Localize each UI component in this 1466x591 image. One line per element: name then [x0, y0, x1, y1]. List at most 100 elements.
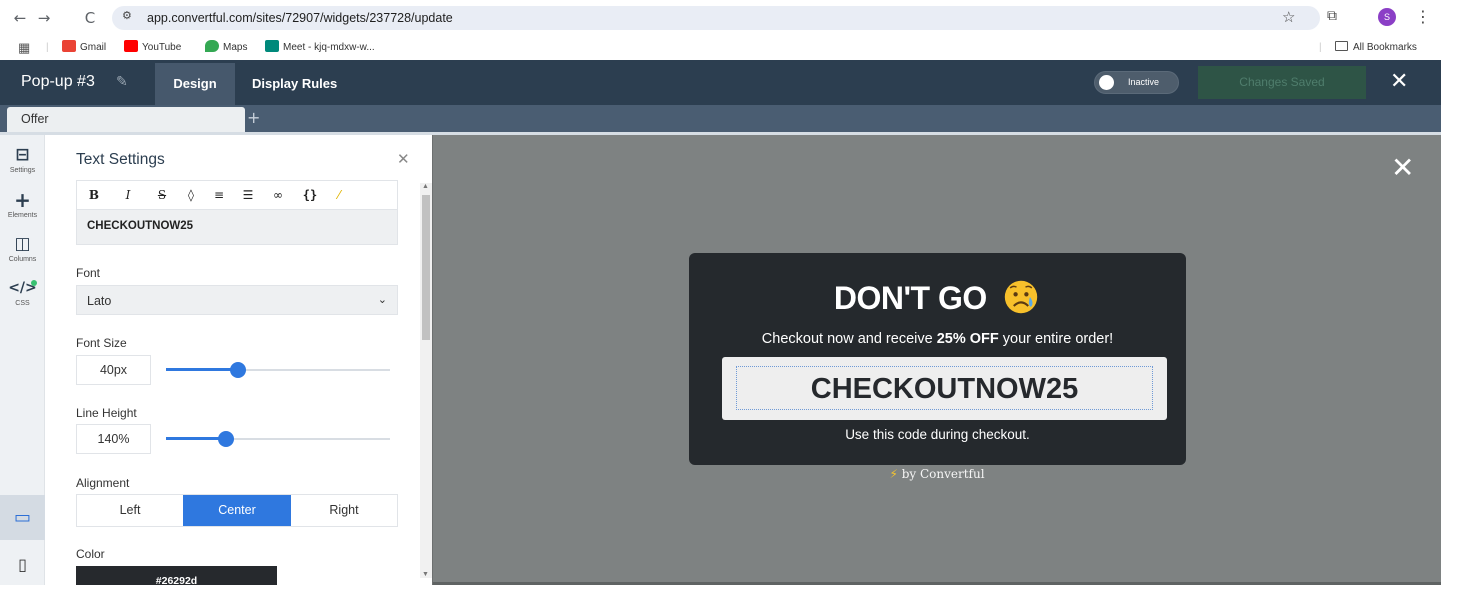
color-label: Color	[76, 547, 105, 561]
subtitle-suffix: your entire order!	[998, 331, 1114, 347]
bookmark-maps[interactable]: Maps	[205, 40, 247, 56]
bookmark-gmail[interactable]: Gmail	[62, 40, 106, 56]
add-step-icon[interactable]: +	[247, 108, 260, 127]
apps-grid-icon[interactable]: ▦	[18, 40, 30, 56]
columns-icon: ◫	[14, 234, 31, 254]
text-color-icon[interactable]: ◊	[182, 187, 200, 203]
popup-note[interactable]: Use this code during checkout.	[689, 427, 1186, 442]
rail-elements[interactable]: + Elements	[0, 190, 45, 219]
code-icon: </>	[8, 280, 37, 296]
coupon-code[interactable]: CHECKOUTNOW25	[736, 366, 1153, 410]
bullet-list-icon[interactable]: ☰	[239, 187, 257, 203]
rail-css[interactable]: </> CSS	[0, 278, 45, 307]
magic-wand-icon[interactable]: ⁄	[330, 187, 348, 203]
tab-offer[interactable]: Offer	[7, 107, 245, 132]
popup-heading-text: DON'T GO	[833, 280, 987, 316]
align-center-button[interactable]: Center	[183, 495, 291, 526]
panel-title: Text Settings	[76, 151, 165, 168]
popup-subtitle[interactable]: Checkout now and receive 25% OFF your en…	[689, 331, 1186, 347]
rail-columns[interactable]: ◫ Columns	[0, 234, 45, 263]
gmail-icon	[62, 40, 76, 52]
link-icon[interactable]: ∞	[269, 187, 287, 203]
line-height-label: Line Height	[76, 406, 137, 420]
font-size-label: Font Size	[76, 336, 127, 350]
variable-icon[interactable]: {}	[301, 187, 319, 203]
scrollbar-thumb[interactable]	[422, 195, 430, 340]
folder-icon	[1335, 41, 1348, 51]
text-editor[interactable]: CHECKOUTNOW25	[76, 209, 398, 245]
bookmark-star-icon[interactable]: ☆	[1282, 8, 1295, 26]
scroll-up-icon[interactable]: ▲	[422, 183, 429, 190]
tab-design[interactable]: Design	[155, 63, 235, 105]
line-height-input[interactable]: 140%	[76, 424, 151, 454]
panel-scrollbar[interactable]: ▲ ▼	[420, 183, 432, 578]
popup-preview[interactable]: DON'T GO Checkout now and receive 25% OF…	[689, 253, 1186, 465]
slider-thumb[interactable]	[229, 362, 246, 378]
extensions-icon[interactable]: ⧉	[1327, 8, 1337, 24]
font-size-input[interactable]: 40px	[76, 355, 151, 385]
slider-fill	[166, 437, 227, 440]
mobile-view-icon[interactable]: ▯	[0, 545, 45, 585]
slider-fill	[166, 368, 238, 371]
italic-icon[interactable]: I	[119, 187, 137, 203]
meet-icon	[265, 40, 279, 52]
widget-title[interactable]: Pop-up #3	[21, 73, 95, 91]
align-right-button[interactable]: Right	[291, 495, 397, 526]
popup-heading[interactable]: DON'T GO	[689, 279, 1186, 317]
status-label: Inactive	[1128, 77, 1160, 87]
status-toggle[interactable]: Inactive	[1094, 71, 1179, 94]
all-bookmarks-label: All Bookmarks	[1353, 42, 1417, 53]
rail-label: Columns	[8, 256, 37, 263]
browser-toolbar: ← → C ⚙ app.convertful.com/sites/72907/w…	[0, 0, 1466, 35]
strikethrough-icon[interactable]: S	[153, 187, 171, 203]
ordered-list-icon[interactable]: ≡	[210, 187, 228, 203]
all-bookmarks[interactable]: All Bookmarks	[1335, 40, 1417, 56]
coupon-box[interactable]: CHECKOUTNOW25	[722, 357, 1167, 420]
url-text: app.convertful.com/sites/72907/widgets/2…	[147, 11, 453, 25]
alignment-group: Left Center Right	[76, 494, 398, 527]
color-picker[interactable]: #26292d	[76, 566, 277, 585]
rail-settings[interactable]: ⊟ Settings	[0, 145, 45, 174]
browser-menu-icon[interactable]: ⋮	[1415, 7, 1431, 26]
rail-label: CSS	[15, 300, 30, 307]
font-size-slider[interactable]	[166, 362, 390, 378]
youtube-icon	[124, 40, 138, 52]
align-left-button[interactable]: Left	[77, 495, 183, 526]
toggle-knob	[1099, 75, 1114, 90]
popup-close-icon[interactable]: ✕	[1391, 151, 1414, 184]
bookmark-meet[interactable]: Meet - kjq-mdxw-w...	[265, 40, 375, 56]
scroll-down-icon[interactable]: ▼	[422, 571, 429, 578]
address-bar[interactable]: ⚙ app.convertful.com/sites/72907/widgets…	[112, 6, 1320, 30]
profile-avatar[interactable]: S	[1378, 8, 1396, 26]
chevron-down-icon: ⌄	[377, 293, 387, 306]
slider-thumb[interactable]	[218, 431, 235, 447]
bookmarks-bar: ▦ | Gmail YouTube Maps Meet - kjq-mdxw-w…	[0, 35, 1466, 60]
alignment-label: Alignment	[76, 476, 130, 490]
tab-display-rules[interactable]: Display Rules	[252, 63, 337, 105]
bookmark-label: Maps	[223, 42, 248, 53]
back-icon[interactable]: ←	[10, 8, 30, 28]
window-edge	[0, 585, 1466, 591]
tool-rail: ⊟ Settings + Elements ◫ Columns </> CSS …	[0, 135, 45, 585]
bold-icon[interactable]: B	[85, 187, 103, 203]
window-edge	[1441, 60, 1466, 591]
desktop-view-icon[interactable]: ▭	[0, 495, 45, 540]
line-height-slider[interactable]	[166, 431, 390, 447]
rail-label: Elements	[7, 212, 38, 219]
step-tabs: Offer +	[0, 105, 1441, 132]
edit-pencil-icon[interactable]: ✎	[116, 74, 128, 90]
reload-icon[interactable]: C	[80, 8, 100, 28]
panel-close-icon[interactable]: ✕	[397, 150, 410, 168]
maps-icon	[205, 40, 219, 52]
bookmark-youtube[interactable]: YouTube	[124, 40, 181, 56]
powered-by[interactable]: ⚡ by Convertful	[872, 467, 1002, 481]
font-select[interactable]: Lato ⌄	[76, 285, 398, 315]
settings-icon: ⊟	[15, 145, 30, 165]
site-info-icon[interactable]: ⚙	[122, 9, 132, 22]
plus-icon: +	[14, 188, 31, 212]
bookmark-label: Gmail	[80, 42, 107, 53]
close-icon[interactable]: ✕	[1390, 69, 1408, 94]
rich-text-toolbar: B I S ◊ ≡ ☰ ∞ {} ⁄	[76, 180, 398, 209]
save-button[interactable]: Changes Saved	[1198, 66, 1366, 99]
forward-icon[interactable]: →	[34, 8, 54, 28]
